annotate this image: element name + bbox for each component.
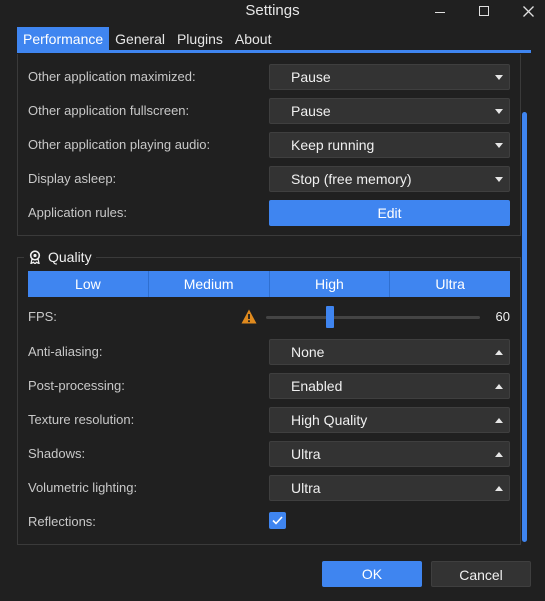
setting-label: Volumetric lighting: [28,480,138,495]
setting-row-app-rules: Application rules: Edit [28,200,510,226]
chevron-up-icon [495,350,503,355]
select-value: Keep running [291,137,375,153]
volumetric-lighting-select[interactable]: Ultra [269,475,510,501]
setting-row-post-processing: Post-processing: Enabled [28,373,510,399]
fps-label: FPS: [28,309,57,324]
maximized-select[interactable]: Pause [269,64,510,90]
fps-slider-track[interactable] [266,316,480,319]
fps-slider-handle[interactable] [326,306,335,328]
tab-bar: Performance General Plugins About [17,27,277,51]
quality-preset-bar: Low Medium High Ultra [28,271,510,297]
select-value: Ultra [291,446,321,462]
setting-row-maximized: Other application maximized: Pause [28,64,510,90]
maximize-button[interactable] [469,0,499,22]
setting-label: Display asleep: [28,171,117,186]
preset-high-button[interactable]: High [269,271,391,297]
setting-label: Other application maximized: [28,69,196,84]
select-value: None [291,344,325,360]
setting-row-fullscreen: Other application fullscreen: Pause [28,98,510,124]
close-button[interactable] [513,0,543,22]
quality-panel [17,257,521,545]
select-value: Pause [291,103,331,119]
anti-aliasing-select[interactable]: None [269,339,510,365]
tab-general[interactable]: General [109,27,171,51]
setting-row-audio: Other application playing audio: Keep ru… [28,132,510,158]
setting-row-anti-aliasing: Anti-aliasing: None [28,339,510,365]
chevron-down-icon [495,75,503,80]
setting-row-shadows: Shadows: Ultra [28,441,510,467]
tab-performance[interactable]: Performance [17,27,110,51]
setting-label: Reflections: [28,514,96,529]
post-processing-select[interactable]: Enabled [269,373,510,399]
preset-low-button[interactable]: Low [28,271,149,297]
check-icon [272,516,283,525]
display-asleep-select[interactable]: Stop (free memory) [269,166,510,192]
chevron-down-icon [495,177,503,182]
setting-label: Shadows: [28,446,86,461]
edit-rules-button[interactable]: Edit [269,200,510,226]
chevron-up-icon [495,452,503,457]
select-value: Pause [291,69,331,85]
chevron-down-icon [495,143,503,148]
tab-underline [17,50,531,53]
tab-plugins[interactable]: Plugins [171,27,229,51]
quality-header: Quality [24,248,96,266]
setting-row-reflections: Reflections: [28,509,510,535]
fps-value: 60 [495,309,510,324]
preset-ultra-button[interactable]: Ultra [390,271,510,297]
shadows-select[interactable]: Ultra [269,441,510,467]
select-value: Enabled [291,378,343,394]
setting-label: Other application playing audio: [28,137,211,152]
select-value: Stop (free memory) [291,171,412,187]
maximize-icon [479,6,489,16]
texture-resolution-select[interactable]: High Quality [269,407,510,433]
window-title: Settings [245,2,300,19]
ok-button[interactable]: OK [322,561,422,587]
setting-label: Application rules: [28,205,127,220]
reflections-checkbox[interactable] [269,512,286,529]
fps-row: FPS: 60 [28,305,510,329]
setting-label: Other application fullscreen: [28,103,190,118]
tab-about[interactable]: About [229,27,278,51]
chevron-up-icon [495,384,503,389]
chevron-up-icon [495,486,503,491]
setting-row-display-asleep: Display asleep: Stop (free memory) [28,166,510,192]
award-icon [29,250,41,264]
select-value: Ultra [291,480,321,496]
setting-row-volumetric-lighting: Volumetric lighting: Ultra [28,475,510,501]
setting-label: Post-processing: [28,378,125,393]
select-value: High Quality [291,412,368,428]
preset-medium-button[interactable]: Medium [148,271,270,297]
title-bar: Settings [0,0,545,24]
minimize-button[interactable] [425,0,455,22]
setting-row-texture-resolution: Texture resolution: High Quality [28,407,510,433]
fullscreen-select[interactable]: Pause [269,98,510,124]
chevron-down-icon [495,109,503,114]
minimize-icon [435,11,445,13]
setting-label: Texture resolution: [28,412,135,427]
warning-icon [241,309,257,324]
close-icon [522,5,534,17]
quality-title: Quality [48,249,92,265]
audio-select[interactable]: Keep running [269,132,510,158]
cancel-button[interactable]: Cancel [431,561,531,587]
chevron-up-icon [495,418,503,423]
setting-label: Anti-aliasing: [28,344,103,359]
scrollbar-thumb[interactable] [522,112,527,542]
